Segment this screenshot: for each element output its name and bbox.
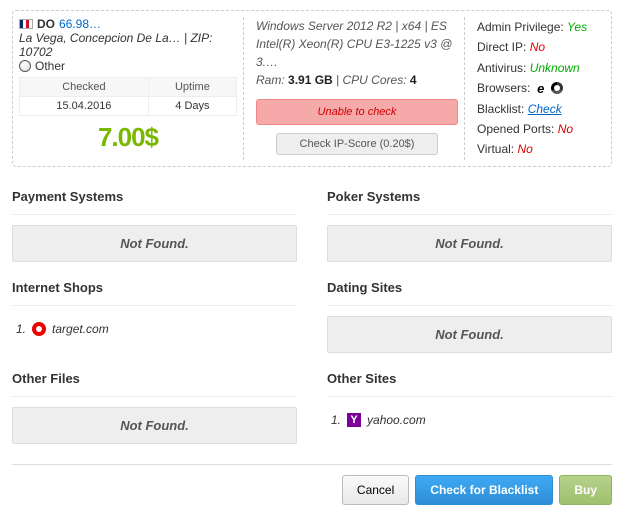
admin-value: Yes [567, 20, 587, 34]
isp-text: Other [35, 59, 65, 73]
checked-value: 15.04.2016 [20, 97, 149, 116]
zip-label: ZIP: [190, 31, 212, 45]
uptime-value: 4 Days [148, 97, 236, 116]
files-section: Other Files Not Found. [12, 367, 297, 444]
shops-title: Internet Shops [12, 276, 297, 306]
uptime-header: Uptime [148, 78, 236, 97]
item-index: 1. [16, 322, 26, 336]
check-blacklist-button[interactable]: Check for Blacklist [415, 475, 553, 505]
list-item: 1. target.com [12, 316, 297, 342]
sites-section: Other Sites 1. Y yahoo.com [327, 367, 612, 444]
location-text: La Vega, Concepcion De La… [19, 31, 181, 45]
location-line: La Vega, Concepcion De La… | ZIP: 10702 [19, 31, 237, 59]
site-name: target.com [52, 322, 109, 336]
dating-not-found: Not Found. [327, 316, 612, 353]
chrome-icon [551, 82, 563, 94]
zip-value: 10702 [19, 45, 52, 59]
site-name: yahoo.com [367, 413, 426, 427]
check-ip-score-button[interactable]: Check IP-Score (0.20$) [276, 133, 438, 155]
poker-section: Poker Systems Not Found. [327, 185, 612, 262]
spec-line-1: Windows Server 2012 R2 | x64 | ES [256, 17, 458, 35]
mid-col: Windows Server 2012 R2 | x64 | ES Intel(… [250, 17, 465, 160]
ie-icon: e [534, 82, 548, 96]
directip-label: Direct IP: [477, 40, 526, 54]
browsers-label: Browsers: [477, 81, 530, 95]
summary-panel: DO 66.98… La Vega, Concepcion De La… | Z… [12, 10, 612, 167]
left-col: DO 66.98… La Vega, Concepcion De La… | Z… [19, 17, 244, 160]
right-col: Admin Privilege: Yes Direct IP: No Antiv… [471, 17, 605, 160]
files-not-found: Not Found. [12, 407, 297, 444]
list-item: 1. Y yahoo.com [327, 407, 612, 433]
antivirus-value: Unknown [530, 61, 580, 75]
payment-not-found: Not Found. [12, 225, 297, 262]
target-icon [32, 322, 46, 336]
sites-title: Other Sites [327, 367, 612, 397]
country-flag-icon [19, 19, 33, 29]
virtual-label: Virtual: [477, 142, 514, 156]
openedports-label: Opened Ports: [477, 122, 554, 136]
antivirus-label: Antivirus: [477, 61, 526, 75]
footer-actions: Cancel Check for Blacklist Buy [12, 464, 612, 505]
stats-table: Checked Uptime 15.04.2016 4 Days [19, 77, 237, 116]
poker-not-found: Not Found. [327, 225, 612, 262]
sections-grid: Payment Systems Not Found. Poker Systems… [12, 185, 612, 458]
admin-label: Admin Privilege: [477, 20, 564, 34]
item-index: 1. [331, 413, 341, 427]
poker-title: Poker Systems [327, 185, 612, 215]
ip-link[interactable]: 66.98… [59, 17, 101, 31]
dating-title: Dating Sites [327, 276, 612, 306]
payment-title: Payment Systems [12, 185, 297, 215]
shops-section: Internet Shops 1. target.com [12, 276, 297, 353]
country-code: DO [37, 17, 55, 31]
checked-header: Checked [20, 78, 149, 97]
virtual-value: No [517, 142, 532, 156]
price-value: 7.00$ [19, 116, 237, 155]
blacklist-label: Blacklist: [477, 102, 524, 116]
spec-line-3: Ram: 3.91 GB | CPU Cores: 4 [256, 71, 458, 89]
openedports-value: No [558, 122, 573, 136]
payment-section: Payment Systems Not Found. [12, 185, 297, 262]
buy-button[interactable]: Buy [559, 475, 612, 505]
unable-to-check-button[interactable]: Unable to check [256, 99, 458, 125]
directip-value: No [530, 40, 545, 54]
blacklist-check-link[interactable]: Check [528, 102, 562, 116]
spec-line-2: Intel(R) Xeon(R) CPU E3-1225 v3 @ 3.… [256, 35, 458, 71]
yahoo-icon: Y [347, 413, 361, 427]
cancel-button[interactable]: Cancel [342, 475, 409, 505]
files-title: Other Files [12, 367, 297, 397]
globe-icon [19, 60, 31, 72]
dating-section: Dating Sites Not Found. [327, 276, 612, 353]
